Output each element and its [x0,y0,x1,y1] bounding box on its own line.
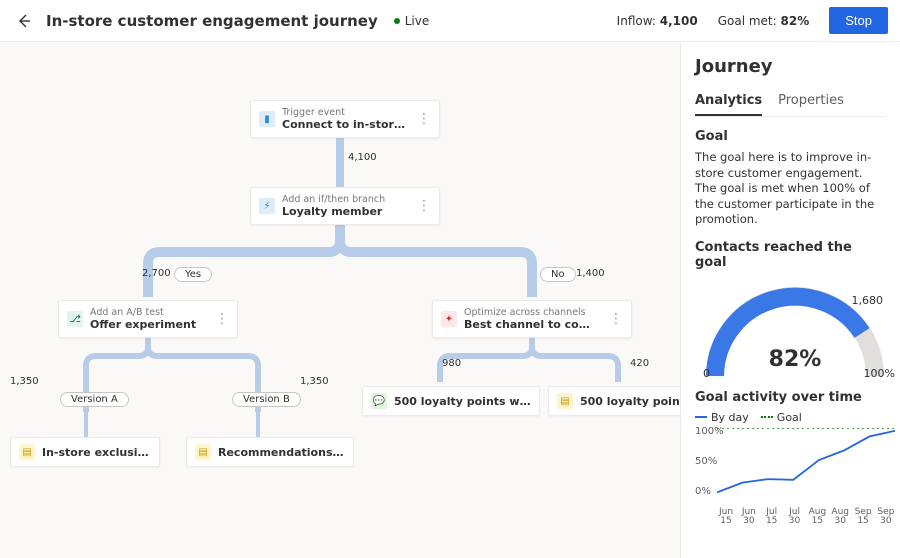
node-branch-more-icon[interactable]: ⋮ [413,199,431,213]
activity-heading: Goal activity over time [695,390,886,405]
node-trigger-more-icon[interactable]: ⋮ [413,112,431,126]
status-badge: Live [394,14,430,28]
node-branch[interactable]: ⚡ Add an if/then branchLoyalty member ⋮ [250,187,440,225]
reached-heading: Contacts reached the goal [695,240,886,270]
trigger-icon: ▮ [259,111,275,127]
dash-swatch-icon [761,416,773,418]
pill-version-a: Version A [60,392,129,407]
node-leaf-c[interactable]: 💬 500 loyalty points with sign-up [362,386,540,416]
ab-test-icon: ⎇ [67,311,83,327]
node-leaf-d[interactable]: ▤ 500 loyalty points with sign-up [548,386,680,416]
chart-legend: By day Goal [695,411,886,424]
gauge-min: 0 [703,367,710,380]
gauge-value: 1,680 [852,294,884,307]
pill-yes: Yes [174,267,212,282]
legend-goal: Goal [761,411,802,424]
gauge-chart: 82% 1,680 0 100% [695,276,895,386]
edge-label-yes: 2,700 [142,268,171,279]
node-opt-more-icon[interactable]: ⋮ [605,312,623,326]
stop-button[interactable]: Stop [829,7,888,34]
sidebar: Journey Analytics Properties Goal The go… [680,42,900,558]
offer-icon: ▤ [557,393,573,409]
sidebar-title: Journey [695,56,886,77]
tabs: Analytics Properties [695,87,886,117]
page-title: In-store customer engagement journey [46,12,378,30]
status-dot-icon [394,18,400,24]
edge-label-opt-left: 980 [442,358,461,369]
status-text: Live [405,14,430,28]
arrow-left-icon [16,13,32,29]
offer-icon: ▤ [195,444,211,460]
node-ab-more-icon[interactable]: ⋮ [211,312,229,326]
header: In-store customer engagement journey Liv… [0,0,900,42]
tab-analytics[interactable]: Analytics [695,87,762,116]
edge-label-trigger-out: 4,100 [348,152,377,163]
tab-properties[interactable]: Properties [778,87,844,116]
edge-label-version-b: 1,350 [300,376,329,387]
legend-byday: By day [695,411,749,424]
line-swatch-icon [695,416,707,418]
optimize-icon: ✦ [441,311,457,327]
back-button[interactable] [12,9,36,33]
branch-icon: ⚡ [259,198,275,214]
node-optimize[interactable]: ✦ Optimize across channelsBest channel t… [432,300,632,338]
offer-icon: ▤ [19,444,35,460]
goal-heading: Goal [695,129,886,144]
pill-no: No [540,267,576,282]
edge-label-version-a: 1,350 [10,376,39,387]
node-leaf-a[interactable]: ▤ In-store exclusive offer [10,437,160,467]
node-ab-test[interactable]: ⎇ Add an A/B testOffer experiment ⋮ [58,300,238,338]
gauge-percent: 82% [769,347,822,372]
chat-icon: 💬 [371,393,387,409]
pill-version-b: Version B [232,392,301,407]
journey-canvas[interactable]: ▮ Trigger eventConnect to in-store Wi-Fi… [0,42,680,558]
gauge-max: 100% [864,367,895,380]
edge-label-opt-right: 420 [630,358,649,369]
goal-met-stat: Goal met: 82% [718,14,810,28]
edge-label-no: 1,400 [576,268,605,279]
inflow-stat: Inflow: 4,100 [617,14,698,28]
line-chart: 100% 50% 0% Jun15Jun30Jul15Jul30Aug15Aug… [695,426,895,526]
node-leaf-b[interactable]: ▤ Recommendations just for you [186,437,354,467]
goal-text: The goal here is to improve in-store cus… [695,150,886,228]
node-trigger[interactable]: ▮ Trigger eventConnect to in-store Wi-Fi… [250,100,440,138]
